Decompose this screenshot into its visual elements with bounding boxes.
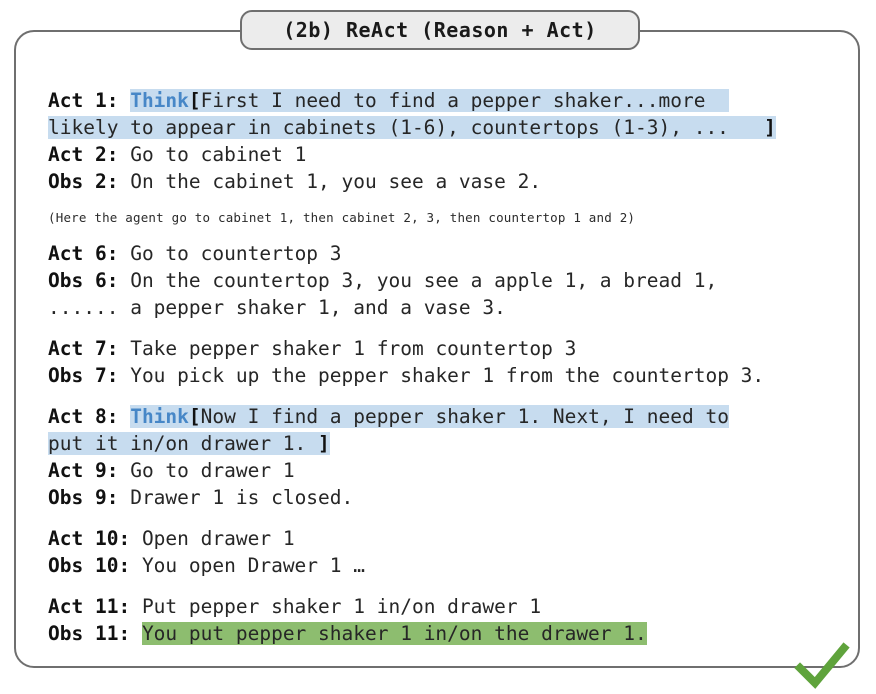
act1-open-bracket: [ bbox=[188, 89, 201, 112]
page-title: (2b) ReAct (Reason + Act) bbox=[283, 18, 597, 42]
transcript-line-act11: Act 11: Put pepper shaker 1 in/on drawer… bbox=[48, 593, 876, 620]
transcript-note: (Here the agent go to cabinet 1, then ca… bbox=[48, 210, 636, 225]
transcript-line-act1-cont: likely to appear in cabinets (1-6), coun… bbox=[48, 114, 876, 141]
obs9-label: Obs 9: bbox=[48, 486, 119, 509]
act8-think-keyword: Think bbox=[130, 405, 189, 428]
transcript-line-act6: Act 6: Go to countertop 3 bbox=[48, 240, 876, 267]
obs2-text: On the cabinet 1, you see a vase 2. bbox=[130, 170, 542, 193]
act9-label: Act 9: bbox=[48, 459, 119, 482]
transcript-line-act7: Act 7: Take pepper shaker 1 from counter… bbox=[48, 335, 876, 362]
transcript-line-obs6: Obs 6: On the countertop 3, you see a ap… bbox=[48, 267, 876, 294]
transcript-line-obs6-cont: ...... a pepper shaker 1, and a vase 3. bbox=[48, 294, 876, 321]
act7-text: Take pepper shaker 1 from countertop 3 bbox=[130, 337, 577, 360]
transcript-line-act1: Act 1: Think[First I need to find a pepp… bbox=[48, 87, 876, 114]
act10-text: Open drawer 1 bbox=[141, 527, 295, 550]
act1-think-keyword: Think bbox=[130, 89, 189, 112]
transcript-line-act10: Act 10: Open drawer 1 bbox=[48, 525, 876, 552]
obs6-text-line1: On the countertop 3, you see a apple 1, … bbox=[130, 269, 718, 292]
transcript-line-act9: Act 9: Go to drawer 1 bbox=[48, 457, 876, 484]
act8-thought-line1: Now I find a pepper shaker 1. Next, I ne… bbox=[200, 405, 729, 428]
obs9-text: Drawer 1 is closed. bbox=[130, 486, 354, 509]
transcript-line-obs11: Obs 11: You put pepper shaker 1 in/on th… bbox=[48, 620, 876, 647]
act8-open-bracket: [ bbox=[188, 405, 201, 428]
transcript-line-act8: Act 8: Think[Now I find a pepper shaker … bbox=[48, 403, 876, 430]
act8-label: Act 8: bbox=[48, 405, 119, 428]
react-transcript: Act 1: Think[First I need to find a pepp… bbox=[48, 87, 876, 647]
act9-text: Go to drawer 1 bbox=[130, 459, 295, 482]
react-figure-panel: Act 1: Think[First I need to find a pepp… bbox=[14, 30, 860, 689]
obs2-label: Obs 2: bbox=[48, 170, 119, 193]
act6-text: Go to countertop 3 bbox=[130, 242, 342, 265]
act1-label: Act 1: bbox=[48, 89, 119, 112]
act1-thought-line2: likely to appear in cabinets (1-6), coun… bbox=[48, 116, 729, 139]
obs6-text-line2: a pepper shaker 1, and a vase 3. bbox=[130, 296, 506, 319]
act11-text: Put pepper shaker 1 in/on drawer 1 bbox=[141, 595, 542, 618]
obs7-label: Obs 7: bbox=[48, 364, 119, 387]
act8-close-bracket: ] bbox=[318, 432, 330, 455]
obs6-label: Obs 6: bbox=[48, 269, 119, 292]
obs7-text: You pick up the pepper shaker 1 from the… bbox=[130, 364, 765, 387]
act2-label: Act 2: bbox=[48, 143, 119, 166]
transcript-line-obs2: Obs 2: On the cabinet 1, you see a vase … bbox=[48, 168, 876, 195]
act2-text: Go to cabinet 1 bbox=[130, 143, 307, 166]
act8-thought-line2: put it in/on drawer 1. bbox=[48, 432, 319, 455]
transcript-line-obs10: Obs 10: You open Drawer 1 … bbox=[48, 552, 876, 579]
check-mark-icon bbox=[794, 642, 850, 689]
transcript-line-obs7: Obs 7: You pick up the pepper shaker 1 f… bbox=[48, 362, 876, 389]
act11-label: Act 11: bbox=[48, 595, 131, 618]
obs11-text: You put pepper shaker 1 in/on the drawer… bbox=[141, 622, 647, 645]
act1-close-bracket: ] bbox=[764, 116, 776, 139]
obs10-label: Obs 10: bbox=[48, 554, 131, 577]
act6-label: Act 6: bbox=[48, 242, 119, 265]
transcript-line-act2: Act 2: Go to cabinet 1 bbox=[48, 141, 876, 168]
transcript-line-act8-cont: put it in/on drawer 1. ] bbox=[48, 430, 876, 457]
act1-thought-line1: First I need to find a pepper shaker...m… bbox=[200, 89, 706, 112]
act10-label: Act 10: bbox=[48, 527, 131, 550]
obs6-continuation-marker: ...... bbox=[48, 296, 119, 319]
transcript-line-obs9: Obs 9: Drawer 1 is closed. bbox=[48, 484, 876, 511]
figure-title-box: (2b) ReAct (Reason + Act) bbox=[240, 10, 640, 50]
act7-label: Act 7: bbox=[48, 337, 119, 360]
obs11-label: Obs 11: bbox=[48, 622, 131, 645]
obs10-text: You open Drawer 1 … bbox=[141, 554, 365, 577]
